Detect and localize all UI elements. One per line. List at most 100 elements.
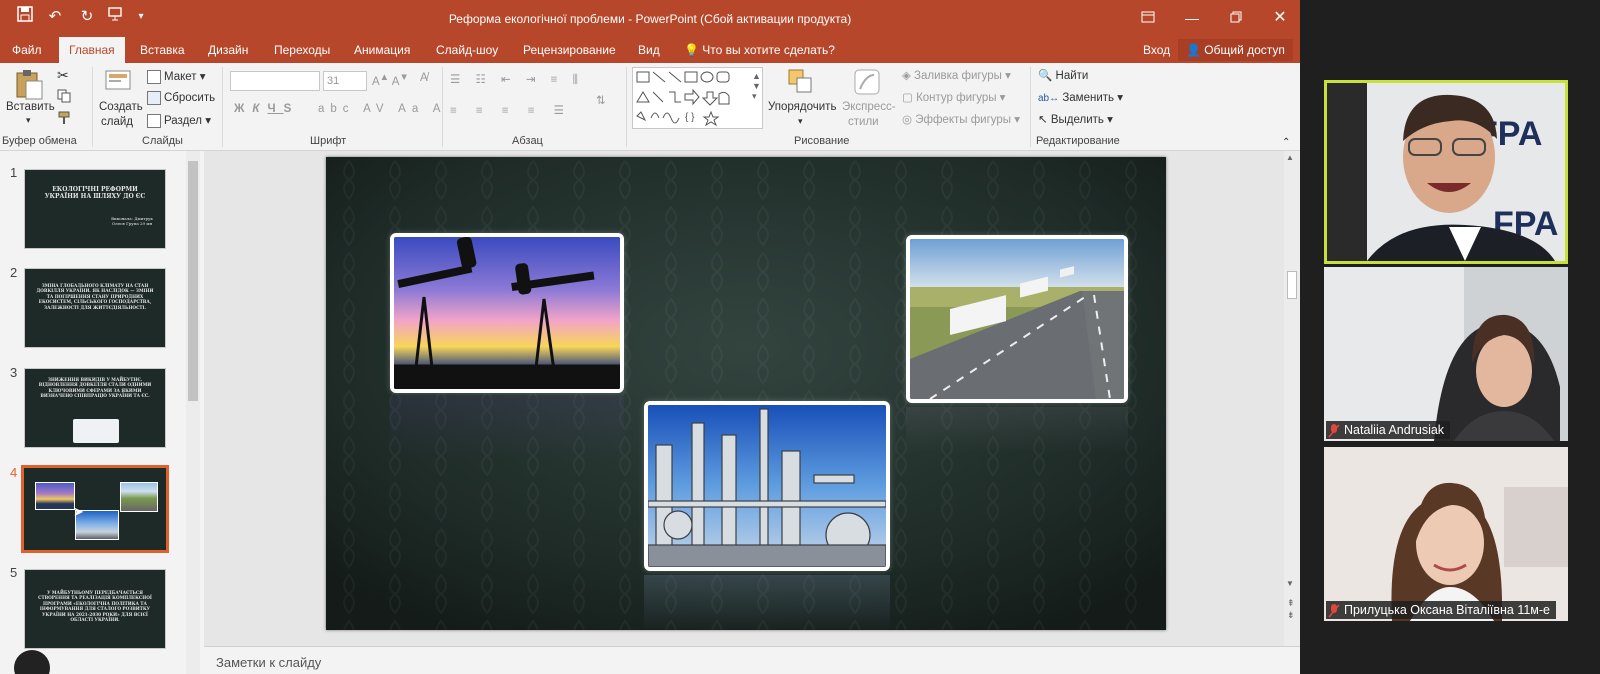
editor-scrollbar[interactable]: ▲ ▼ ⇞ ⇟ [1284,151,1300,646]
paste-dropdown-icon[interactable]: ▾ [26,115,31,126]
find-button[interactable]: 🔍 Найти [1038,68,1088,82]
tab-file[interactable]: Файл [12,37,42,63]
participant-tile-nataliia[interactable]: Nataliia Andrusiak [1324,267,1568,441]
layout-button[interactable]: Макет ▾ [147,69,206,84]
thumb-number: 3 [10,365,18,380]
collapse-ribbon-icon[interactable]: ⌃ [1282,137,1290,148]
slide-thumbnails-pane: 1 ЕКОЛОГІЧНІ РЕФОРМИ УКРАЇНИ НА ШЛЯХУ ДО… [0,151,200,674]
share-button[interactable]: 👤 Общий доступ [1178,39,1293,61]
format-painter-icon[interactable] [58,111,72,128]
replace-button[interactable]: ab↔ Заменить ▾ [1038,90,1123,104]
layout-label: Макет [164,71,197,83]
shapes-gallery[interactable]: { } [632,67,763,129]
refinery-image[interactable] [644,401,890,571]
section-button[interactable]: Раздел ▾ [147,113,211,128]
participant-tile-oksana[interactable]: Прилуцька Оксана Віталіївна 11м-е [1324,447,1568,621]
replace-icon: ab↔ [1038,93,1060,104]
font-name-field[interactable] [230,71,320,91]
font-style-buttons[interactable]: ЖКЧS [234,103,299,115]
font-effect-buttons[interactable]: abc AV Aa A [318,103,446,115]
tab-transitions[interactable]: Переходы [274,37,330,63]
slide-thumbnail-3[interactable]: ЗНИЖЕННЯ ВИКИДІВ У МАЙБУТНЄ. ВІДНОВЛЕННЯ… [24,368,166,448]
align-buttons[interactable]: ≡ ≡ ≡ ≡ ☰ [450,103,572,117]
new-slide-label-2[interactable]: слайд [101,116,133,128]
copy-icon[interactable] [57,89,71,106]
minimize-icon[interactable]: — [1174,6,1210,30]
grow-font-button[interactable]: A▲ A▼ [372,72,409,88]
participant-tile-active-speaker[interactable]: FPA FPA [1324,80,1568,264]
clear-format-button[interactable]: A̸ [420,72,428,84]
powerpoint-window: ↶ ↻ ▾ Реформа екологічної проблеми - Pow… [0,0,1300,674]
slide-thumbnail-1[interactable]: ЕКОЛОГІЧНІ РЕФОРМИ УКРАЇНИ НА ШЛЯХУ ДО Є… [24,169,166,249]
quick-styles-label-2[interactable]: стили [848,116,879,128]
thumbnails-scrollbar[interactable] [186,151,200,674]
participant-name-tag: Прилуцька Оксана Віталіївна 11м-е [1326,601,1557,619]
sign-in-link[interactable]: Вход [1143,37,1170,63]
slide-thumbnail-5[interactable]: У МАЙБУТНЬОМУ ПЕРЕДБАЧАЄТЬСЯ СТВОРЕННЯ Т… [24,569,166,649]
select-icon: ↖ [1038,114,1048,126]
thumb-number: 5 [10,565,18,580]
shape-fill-label: Заливка фигуры [914,70,1002,82]
prev-next-slide-icons[interactable]: ⇞ ⇟ [1287,597,1295,621]
paste-button[interactable]: Вставить [6,101,55,113]
scroll-down-icon[interactable]: ▼ [1286,579,1294,588]
group-separator [442,67,443,147]
gallery-scroll-arrows[interactable]: ▲ ▼ ▾ [752,71,761,102]
reset-button[interactable]: Сбросить [147,91,215,105]
thumb-image [73,419,119,443]
thumb-title: ЕКОЛОГІЧНІ РЕФОРМИ УКРАЇНИ НА ШЛЯХУ ДО Є… [44,186,146,200]
mic-muted-icon [1328,603,1340,618]
cut-icon[interactable]: ✂ [57,67,69,84]
scroll-up-icon[interactable]: ▲ [1286,153,1294,162]
tab-view[interactable]: Вид [638,37,660,63]
thumb-subtitle: Виконала: Дмитрук Олеся Група 29 мн [111,216,153,226]
reset-label: Сбросить [164,92,216,105]
group-drawing-label: Рисование [794,135,850,147]
quick-styles-label[interactable]: Экспресс- [842,101,896,113]
arrange-button[interactable]: Упорядочить [768,101,836,113]
arrange-dropdown-icon[interactable]: ▾ [798,116,803,127]
highway-trucks-image[interactable] [906,235,1128,403]
slide-editor [204,151,1300,646]
tab-slideshow[interactable]: Слайд-шоу [436,37,498,63]
tab-home[interactable]: Главная [59,37,125,63]
new-slide-label[interactable]: Создать [99,101,143,113]
paste-icon [14,69,44,100]
scrollbar-thumb[interactable] [188,161,198,401]
close-icon[interactable]: ✕ [1262,6,1298,30]
tell-me-search[interactable]: 💡 Что вы хотите сделать? [684,37,835,63]
svg-text:{ }: { } [685,112,695,123]
ribbon: Вставить ▾ ✂ Буфер обмена Создать слайд … [0,63,1300,151]
new-slide-icon [104,69,134,99]
shape-outline-button[interactable]: ▢ Контур фигуры ▾ [902,90,1005,104]
group-separator [222,67,223,147]
current-slide[interactable] [326,157,1166,630]
ribbon-options-icon[interactable] [1130,6,1166,30]
shape-fill-button[interactable]: ◈ Заливка фигуры ▾ [902,68,1011,82]
font-size-field[interactable]: 31 [323,71,367,91]
section-icon [147,113,161,128]
video-call-panel: FPA FPA Nataliia Andrusiak Прилуцька Окс… [1300,0,1600,674]
slide-thumbnail-4[interactable]: ➤ [21,465,169,553]
tab-review[interactable]: Рецензирование [523,37,616,63]
slide-thumbnail-2[interactable]: ЗМІНА ГЛОБАЛЬНОГО КЛІМАТУ НА СТАН ДОВКІЛ… [24,268,166,348]
group-clipboard-label: Буфер обмена [2,135,77,147]
participant-name-tag: Nataliia Andrusiak [1326,421,1451,439]
thumb-title: ЗНИЖЕННЯ ВИКИДІВ У МАЙБУТНЄ. ВІДНОВЛЕННЯ… [38,377,152,399]
select-button[interactable]: ↖ Выделить ▾ [1038,112,1113,126]
tab-animations[interactable]: Анимация [354,37,410,63]
scrollbar-thumb[interactable] [1287,271,1297,299]
group-slides-label: Слайды [142,135,183,147]
restore-icon[interactable] [1218,6,1254,30]
list-buttons[interactable]: ☰ ☷ ⇤ ⇥ ≡ ⫼ [450,72,584,87]
tab-design[interactable]: Дизайн [208,37,248,63]
select-label: Выделить [1050,114,1104,126]
tab-insert[interactable]: Вставка [140,37,185,63]
shape-effects-button[interactable]: ◎ Эффекты фигуры ▾ [902,112,1020,126]
thumb-number: 4 [10,465,18,480]
participant-name: Nataliia Andrusiak [1344,423,1445,437]
oil-pumps-image[interactable] [390,233,624,393]
notes-pane[interactable]: Заметки к слайду [204,646,1300,674]
text-direction-button[interactable]: ⇅ [596,93,606,107]
person-icon: 👤 [1186,43,1201,57]
